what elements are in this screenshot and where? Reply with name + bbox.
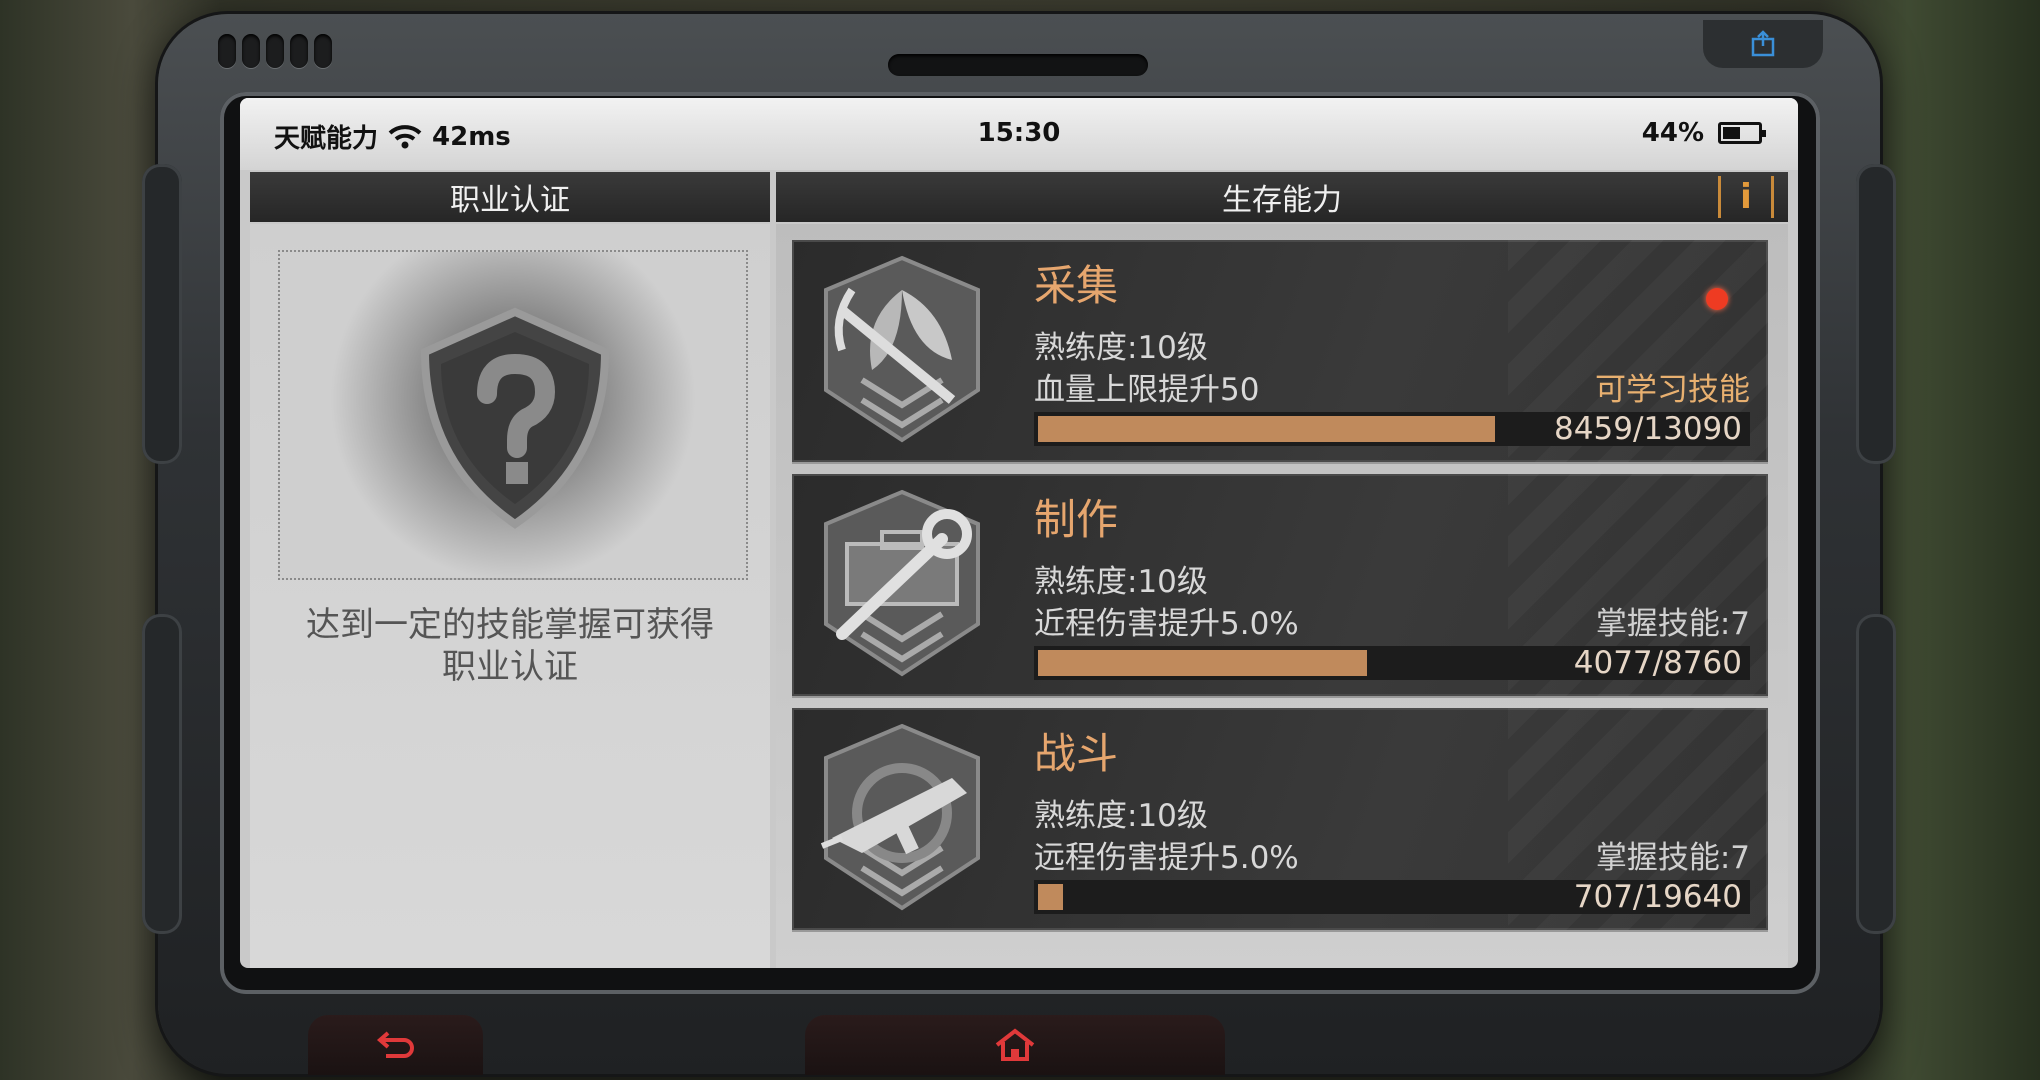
mastered-skills-label: 掌握技能:7 <box>1595 840 1750 876</box>
skill-title: 制作 <box>1034 495 1119 544</box>
skill-progress-fill <box>1038 650 1368 676</box>
status-time: 15:30 <box>977 118 1061 148</box>
battery-icon <box>1718 122 1766 144</box>
speaker-grill <box>218 34 332 68</box>
crafting-icon <box>824 489 980 677</box>
locked-shield-icon <box>420 307 610 529</box>
skill-progress-bar: 8459/13090 <box>1034 412 1750 446</box>
share-button[interactable] <box>1703 20 1823 68</box>
skill-proficiency: 熟练度:10级 <box>1034 798 1208 834</box>
certification-hint-line1: 达到一定的技能掌握可获得 <box>306 605 714 645</box>
mastered-skills-label: 掌握技能:7 <box>1595 606 1750 642</box>
certification-slot[interactable] <box>278 250 748 580</box>
certification-hint-line2: 职业认证 <box>442 647 578 687</box>
tab-certification[interactable]: 职业认证 <box>250 172 770 222</box>
skill-progress-text: 4077/8760 <box>1573 645 1742 681</box>
home-button[interactable] <box>805 1015 1225 1075</box>
home-icon <box>995 1028 1035 1061</box>
skill-progress-fill <box>1038 416 1496 442</box>
back-arrow-icon <box>376 1031 414 1058</box>
app-screen: 天赋能力 42ms 15:30 44% 职业认证 生存能力 i 达到一定的技能掌… <box>240 98 1798 968</box>
top-slot <box>888 54 1148 76</box>
skill-progress-text: 8459/13090 <box>1554 411 1742 447</box>
notification-dot <box>1706 288 1728 310</box>
frame-side-bump <box>1856 164 1896 464</box>
tab-bar: 职业认证 生存能力 i <box>250 172 1788 222</box>
frame-side-bump <box>142 614 182 934</box>
skills-panel: 采集 熟练度:10级 血量上限提升50 可学习技能 8459/13090 制作 … <box>776 224 1788 968</box>
info-button[interactable]: i <box>1718 176 1774 218</box>
combat-icon <box>820 723 980 911</box>
status-bar: 天赋能力 42ms 15:30 44% <box>240 98 1798 170</box>
skill-bonus: 血量上限提升50 <box>1034 372 1260 408</box>
skill-bonus: 远程伤害提升5.0% <box>1034 840 1299 876</box>
skill-progress-fill <box>1038 884 1064 910</box>
battery-percent: 44% <box>1641 118 1704 148</box>
skill-progress-bar: 707/19640 <box>1034 880 1750 914</box>
skill-card-crafting[interactable]: 制作 熟练度:10级 近程伤害提升5.0% 掌握技能:7 4077/8760 <box>792 474 1768 696</box>
tab-survival-ability[interactable]: 生存能力 i <box>776 172 1788 222</box>
skill-card-combat[interactable]: 战斗 熟练度:10级 远程伤害提升5.0% 掌握技能:7 707/19640 <box>792 708 1768 930</box>
skill-proficiency: 熟练度:10级 <box>1034 564 1208 600</box>
skill-bonus: 近程伤害提升5.0% <box>1034 606 1299 642</box>
gathering-icon <box>824 255 980 443</box>
skill-title: 战斗 <box>1034 729 1119 778</box>
info-icon: i <box>1740 177 1752 217</box>
tab-certification-label: 职业认证 <box>450 183 570 218</box>
frame-side-bump <box>1856 614 1896 934</box>
skill-title: 采集 <box>1034 261 1119 310</box>
skill-card-gathering[interactable]: 采集 熟练度:10级 血量上限提升50 可学习技能 8459/13090 <box>792 240 1768 462</box>
certification-hint: 达到一定的技能掌握可获得 职业认证 <box>270 604 750 688</box>
frame-side-bump <box>142 164 182 464</box>
skill-progress-bar: 4077/8760 <box>1034 646 1750 680</box>
skill-proficiency: 熟练度:10级 <box>1034 330 1208 366</box>
back-button[interactable] <box>308 1015 483 1075</box>
tab-survival-ability-label: 生存能力 <box>1222 183 1342 218</box>
skill-progress-text: 707/19640 <box>1573 879 1742 915</box>
certification-panel: 达到一定的技能掌握可获得 职业认证 <box>250 224 770 968</box>
learnable-skill-label: 可学习技能 <box>1595 372 1750 408</box>
share-icon <box>1751 30 1775 57</box>
